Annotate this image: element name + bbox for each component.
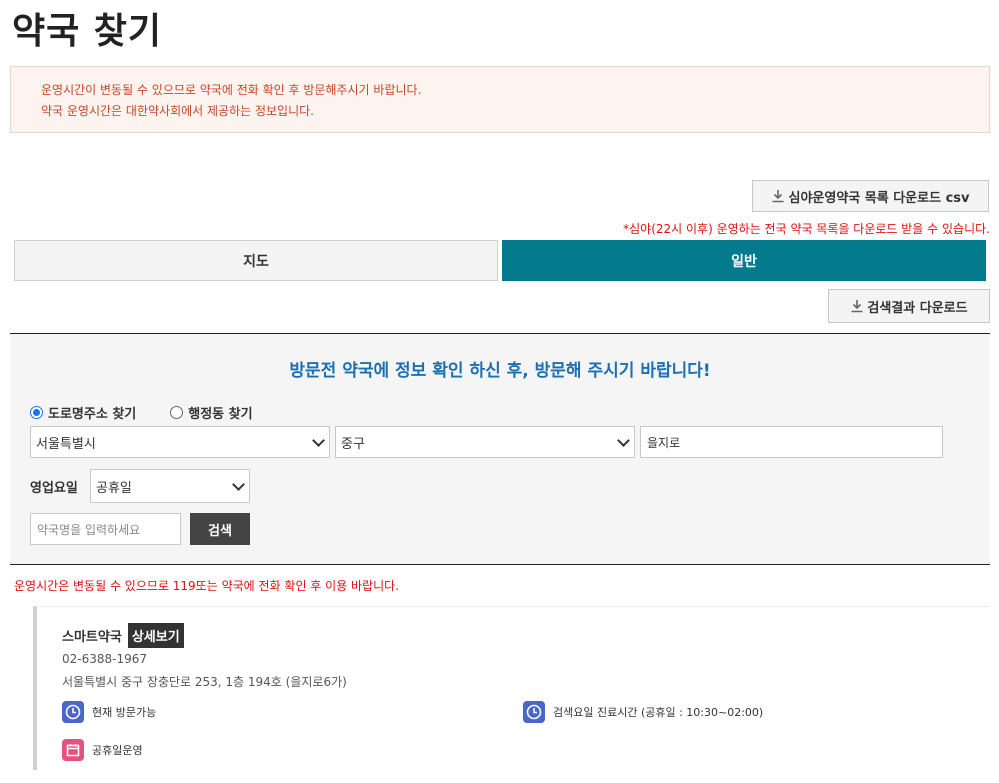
clock-icon xyxy=(62,701,84,723)
search-button[interactable]: 검색 xyxy=(190,513,250,545)
tab-map-label: 지도 xyxy=(243,253,269,270)
city-select-value: 서울특별시 xyxy=(36,436,96,452)
radio-checked-icon xyxy=(30,406,43,419)
pharmacy-phone: 02-6388-1967 xyxy=(62,652,148,666)
notice-line-2: 약국 운영시간은 대한약사회에서 제공하는 정보입니다. xyxy=(41,104,314,118)
operating-hours-warning: 운영시간은 변동될 수 있으므로 119또는 약국에 전화 확인 후 이용 바랍… xyxy=(14,579,400,593)
pharmacy-result-card: 스마트약국 상세보기 02-6388-1967 서울특별시 중구 장충단로 25… xyxy=(33,606,990,770)
chevron-down-icon xyxy=(312,433,325,447)
chevron-down-icon xyxy=(232,477,245,491)
radio-admin-dong[interactable]: 행정동 찾기 xyxy=(170,403,253,422)
visit-status-text: 현재 방문가능 xyxy=(92,706,157,719)
csv-note: *심야(22시 이후) 운영하는 전국 약국 목록을 다운로드 받을 수 있습니… xyxy=(623,222,990,236)
day-select-value: 공휴일 xyxy=(96,480,132,496)
day-select[interactable]: 공휴일 xyxy=(90,469,250,503)
radio-road-address-label: 도로명주소 찾기 xyxy=(48,407,137,422)
holiday-operation-text: 공휴일운영 xyxy=(92,744,143,757)
csv-download-button[interactable]: 심야운영약국 목록 다운로드 csv xyxy=(752,180,989,212)
pharmacy-name: 스마트약국 xyxy=(62,630,122,645)
road-input[interactable]: 을지로 xyxy=(640,426,943,458)
city-select[interactable]: 서울특별시 xyxy=(30,426,330,458)
view-tabs: 지도 일반 xyxy=(14,240,986,281)
address-type-radios: 도로명주소 찾기 행정동 찾기 xyxy=(30,403,287,422)
search-panel: 방문전 약국에 정보 확인 하신 후, 방문해 주시기 바랍니다! 도로명주소 … xyxy=(10,333,990,565)
notice-line-1: 운영시간이 변동될 수 있으므로 약국에 전화 확인 후 방문해주시기 바랍니다… xyxy=(41,83,422,97)
tab-normal[interactable]: 일반 xyxy=(502,240,986,281)
visit-status: 현재 방문가능 xyxy=(62,701,156,723)
district-select[interactable]: 중구 xyxy=(335,426,635,458)
csv-download-label: 심야운영약국 목록 다운로드 csv xyxy=(788,190,970,206)
radio-unchecked-icon xyxy=(170,406,184,419)
search-heading: 방문전 약국에 정보 확인 하신 후, 방문해 주시기 바랍니다! xyxy=(289,361,711,381)
calendar-icon xyxy=(62,739,84,761)
result-download-button[interactable]: 검색결과 다운로드 xyxy=(828,289,990,323)
pharmacy-address: 서울특별시 중구 장충단로 253, 1층 194호 (을지로6가) xyxy=(62,675,347,689)
business-hours: 검색요일 진료시간 (공휴일 : 10:30~02:00) xyxy=(523,701,763,723)
page-title: 약국 찾기 xyxy=(12,11,163,52)
tab-map[interactable]: 지도 xyxy=(14,240,498,281)
business-hours-text: 검색요일 진료시간 (공휴일 : 10:30~02:00) xyxy=(553,706,764,719)
chevron-down-icon xyxy=(617,433,630,447)
pharmacy-name-row: 스마트약국 상세보기 xyxy=(62,623,184,648)
clock-icon xyxy=(523,701,545,723)
download-icon xyxy=(851,300,863,313)
result-download-label: 검색결과 다운로드 xyxy=(867,300,968,316)
detail-button[interactable]: 상세보기 xyxy=(127,623,184,648)
tab-normal-label: 일반 xyxy=(731,253,757,270)
holiday-operation: 공휴일운영 xyxy=(62,739,143,761)
pharmacy-name-input[interactable]: 약국명을 입력하세요 xyxy=(30,513,181,545)
radio-road-address[interactable]: 도로명주소 찾기 xyxy=(30,403,136,422)
district-select-value: 중구 xyxy=(341,436,365,452)
download-icon xyxy=(772,190,784,203)
day-label: 영업요일 xyxy=(30,481,78,496)
notice-box: 운영시간이 변동될 수 있으므로 약국에 전화 확인 후 방문해주시기 바랍니다… xyxy=(10,66,990,133)
radio-admin-dong-label: 행정동 찾기 xyxy=(188,407,253,422)
